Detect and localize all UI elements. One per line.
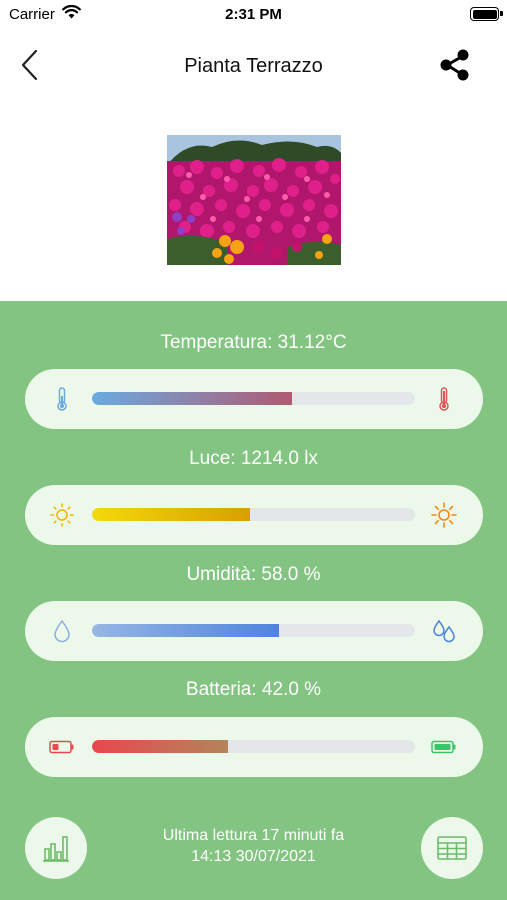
temperature-track (92, 392, 415, 405)
humidity-gauge (25, 601, 483, 661)
plant-photo (167, 135, 341, 265)
temperature-label: Temperatura: 31.12°C (160, 332, 347, 353)
light-track (92, 508, 415, 521)
battery-status-icon (470, 7, 503, 21)
bar-chart-icon (43, 836, 69, 862)
temperature-fill (92, 392, 293, 405)
thermometer-cold-icon (49, 386, 75, 412)
temperature-gauge (25, 369, 483, 429)
light-fill (92, 508, 251, 521)
status-time: 2:31 PM (225, 6, 282, 23)
light-label: Luce: 1214.0 lx (189, 448, 318, 469)
sun-dim-icon (49, 502, 75, 528)
history-chart-button[interactable] (25, 817, 87, 879)
sun-bright-icon (431, 502, 457, 528)
humidity-track (92, 624, 415, 637)
battery-fill (92, 740, 228, 753)
battery-label: Batteria: 42.0 % (185, 679, 322, 700)
table-icon (437, 836, 467, 860)
status-bar: Carrier 2:31 PM (0, 0, 507, 28)
battery-gauge (25, 717, 483, 777)
water-drops-icon (431, 618, 457, 644)
readings-panel: Temperatura: 31.12°C Luce: 1214.0 lx Umi… (0, 301, 507, 900)
thermometer-hot-icon (431, 386, 457, 412)
water-drop-icon (49, 618, 75, 644)
battery-full-icon (431, 734, 457, 760)
navigation-bar: Pianta Terrazzo (0, 40, 507, 90)
humidity-fill (92, 624, 280, 637)
last-reading-datetime: 14:13 30/07/2021 (191, 848, 316, 865)
battery-track (92, 740, 415, 753)
humidity-label: Umidità: 58.0 % (186, 564, 321, 585)
last-reading-text: Ultima lettura 17 minuti fa (162, 827, 345, 844)
page-title: Pianta Terrazzo (184, 55, 323, 77)
share-icon (440, 49, 469, 81)
light-gauge (25, 485, 483, 545)
battery-low-icon (49, 734, 75, 760)
last-reading-info: Ultima lettura 17 minuti fa 14:13 30/07/… (110, 825, 397, 867)
data-table-button[interactable] (421, 817, 483, 879)
share-button[interactable] (436, 46, 474, 84)
